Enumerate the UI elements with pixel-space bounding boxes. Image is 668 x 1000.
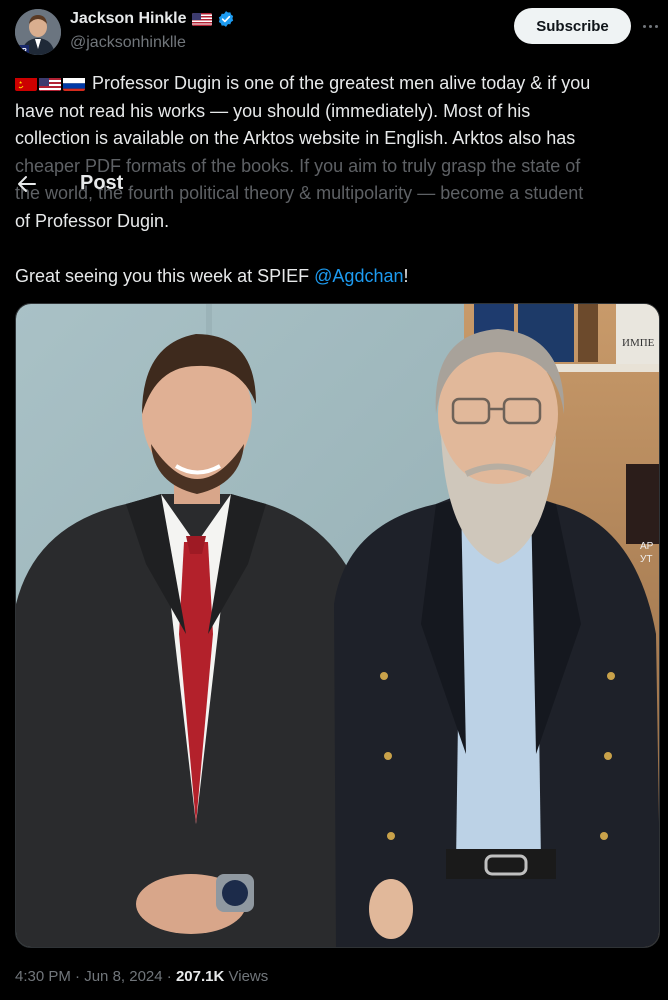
tweet-meta: 4:30 PM · Jun 8, 2024 · 207.1K Views — [15, 968, 268, 985]
tweet-date[interactable]: Jun 8, 2024 — [84, 968, 162, 985]
svg-text:ИМПЕ: ИМПЕ — [622, 337, 655, 349]
tweet-line-6: of Professor Dugin. — [15, 210, 170, 231]
tweet-photo[interactable]: ИМПЕ АР УТ — [15, 303, 660, 948]
svg-text:HP: HP — [17, 48, 27, 55]
more-options-icon[interactable] — [638, 16, 662, 36]
mention-link[interactable]: @Agdchan — [314, 266, 403, 286]
author-avatar[interactable]: HP — [15, 9, 61, 55]
back-arrow-icon[interactable] — [15, 172, 39, 196]
svg-text:АР: АР — [640, 541, 654, 552]
page-title: Post — [80, 172, 124, 194]
verified-badge-icon — [217, 10, 235, 28]
ussr-flag-icon — [15, 75, 37, 91]
views-count[interactable]: 207.1K — [176, 968, 224, 985]
tweet-line-7: Great seeing you this week at SPIEF @Agd… — [15, 265, 409, 286]
avatar-image: HP — [15, 9, 61, 55]
tweet-line-1: Professor Dugin is one of the greatest m… — [15, 70, 665, 98]
tweet-line-2: have not read his works — you should (im… — [15, 100, 531, 121]
author-name[interactable]: Jackson Hinkle — [70, 10, 187, 28]
us-flag-icon — [39, 75, 61, 91]
tweet-line-3: collection is available on the Arktos we… — [15, 128, 576, 148]
us-flag-icon — [191, 12, 212, 26]
tweet-time[interactable]: 4:30 PM — [15, 968, 71, 985]
author-handle[interactable]: @jacksonhinklle — [70, 34, 186, 52]
photo-two-men-suits: ИМПЕ АР УТ — [16, 304, 659, 947]
meta-separator-2: · — [162, 968, 176, 985]
subscribe-button[interactable]: Subscribe — [514, 8, 631, 44]
meta-separator: · — [70, 968, 85, 985]
russia-flag-icon — [63, 75, 85, 91]
views-label: Views — [224, 968, 269, 985]
author-name-row[interactable]: Jackson Hinkle — [70, 10, 235, 28]
svg-text:УТ: УТ — [640, 554, 652, 565]
